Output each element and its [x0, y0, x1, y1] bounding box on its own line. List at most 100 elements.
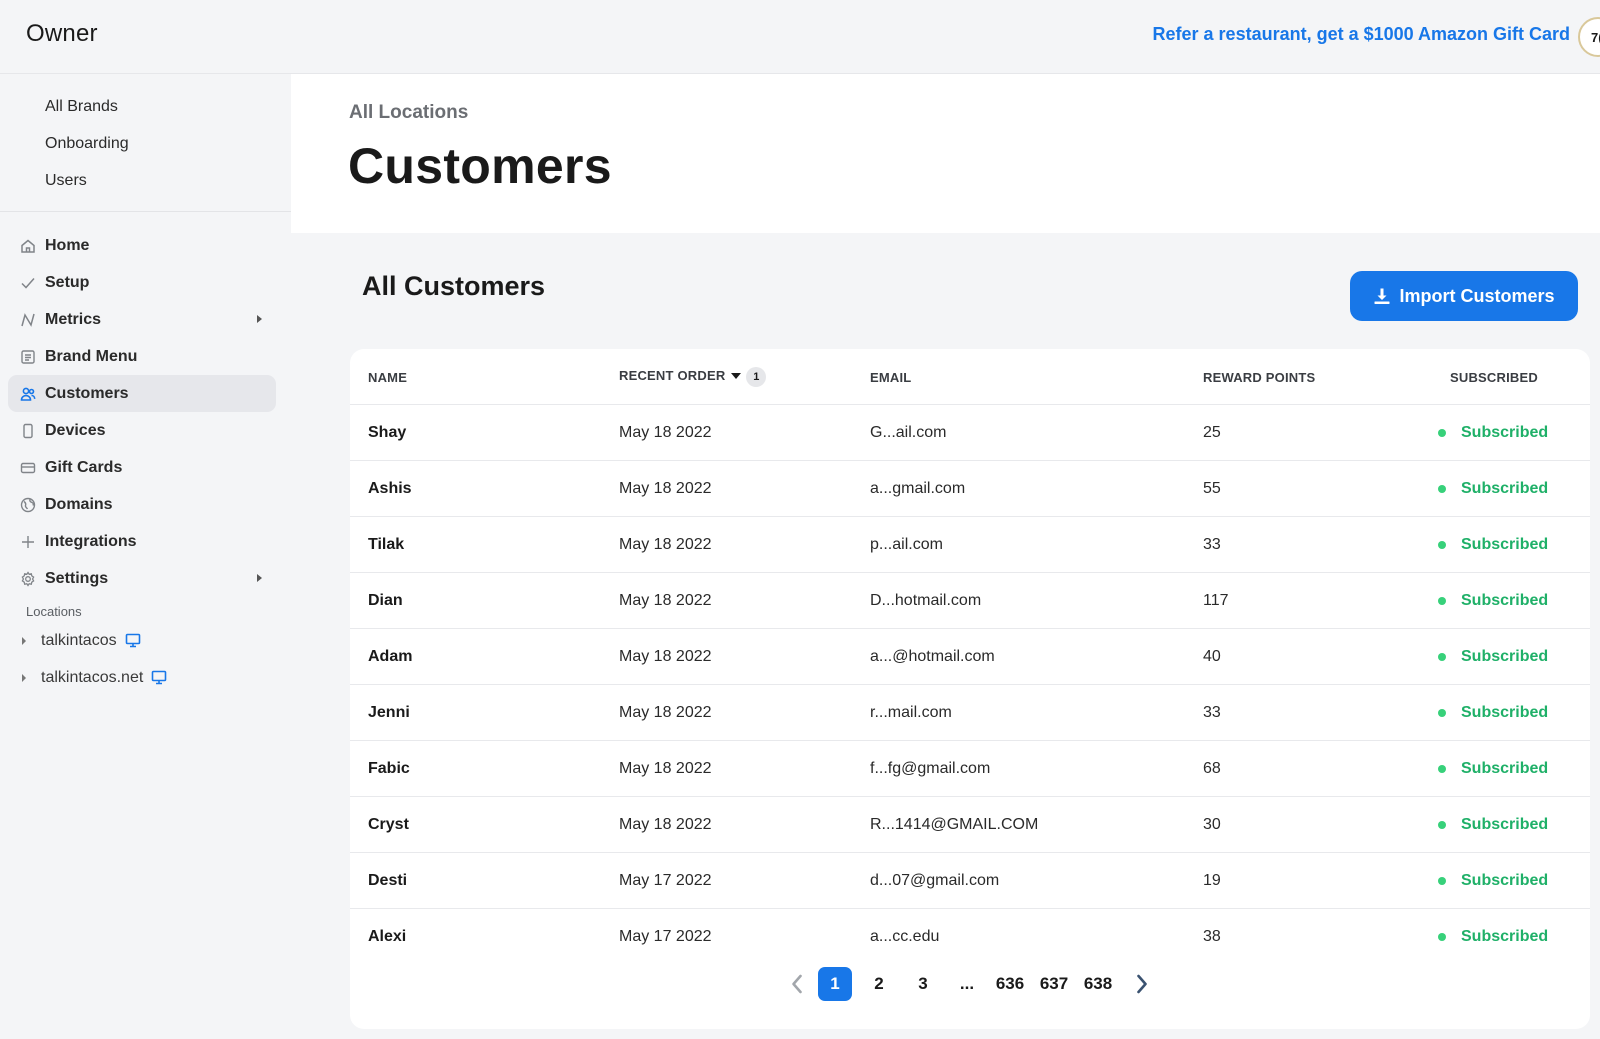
- status-dot-icon: [1438, 709, 1446, 717]
- customer-email: D...hotmail.com: [870, 592, 982, 609]
- sidebar-link-all-brands[interactable]: All Brands: [0, 88, 291, 125]
- table-row[interactable]: Desti May 17 2022 d...07@gmail.com 19 Su…: [350, 853, 1590, 909]
- table-row[interactable]: Dian May 18 2022 D...hotmail.com 117 Sub…: [350, 573, 1590, 629]
- status-label: Subscribed: [1461, 648, 1549, 665]
- status-label: Subscribed: [1461, 928, 1549, 945]
- sidebar-item-label: Devices: [45, 421, 106, 439]
- table-row[interactable]: Jenni May 18 2022 r...mail.com 33 Subscr…: [350, 685, 1590, 741]
- customer-email: R...1414@GMAIL.COM: [870, 816, 1039, 833]
- reward-points: 40: [1203, 648, 1221, 665]
- sidebar-item-label: Metrics: [45, 310, 102, 328]
- column-header-recent-order[interactable]: RECENT ORDER 1: [619, 367, 767, 387]
- reward-points: 25: [1203, 424, 1221, 441]
- sidebar-link-users[interactable]: Users: [0, 162, 291, 199]
- prev-page-icon[interactable]: [787, 974, 807, 994]
- sidebar: All Brands Onboarding Users Home Setup M…: [0, 74, 291, 1039]
- column-header-reward-points[interactable]: REWARD POINTS: [1203, 370, 1315, 385]
- table-row[interactable]: Ashis May 18 2022 a...gmail.com 55 Subsc…: [350, 461, 1590, 517]
- sort-order-badge: 1: [746, 367, 767, 387]
- sidebar-item-home[interactable]: Home: [8, 227, 276, 264]
- menu-icon: [20, 349, 36, 365]
- status-dot-icon: [1438, 765, 1446, 773]
- sidebar-item-setup[interactable]: Setup: [8, 264, 276, 301]
- page-button-636[interactable]: 636: [993, 967, 1027, 1001]
- sidebar-item-customers[interactable]: Customers: [8, 375, 276, 412]
- customer-name: Tilak: [368, 536, 405, 553]
- page-button-2[interactable]: 2: [862, 967, 896, 1001]
- customer-email: a...cc.edu: [870, 928, 940, 945]
- column-header-name[interactable]: NAME: [368, 370, 407, 385]
- subscribed-status: Subscribed: [1438, 424, 1548, 442]
- expand-caret-icon[interactable]: [22, 673, 26, 682]
- customer-email: G...ail.com: [870, 424, 947, 441]
- monitor-icon: [125, 633, 141, 648]
- page-button-3[interactable]: 3: [906, 967, 940, 1001]
- subscribed-status: Subscribed: [1438, 816, 1548, 834]
- location-label: talkintacos.net: [41, 668, 144, 686]
- import-customers-button[interactable]: Import Customers: [1350, 271, 1578, 321]
- sidebar-item-settings[interactable]: Settings: [8, 560, 276, 597]
- sidebar-item-domains[interactable]: Domains: [8, 486, 276, 523]
- sidebar-item-brand-menu[interactable]: Brand Menu: [8, 338, 276, 375]
- location-item-talkintacos[interactable]: talkintacos: [0, 622, 291, 659]
- page-button-638[interactable]: 638: [1081, 967, 1115, 1001]
- expand-caret-icon[interactable]: [257, 315, 262, 323]
- status-dot-icon: [1438, 541, 1446, 549]
- customer-name: Ashis: [368, 480, 412, 497]
- pagination: 1 2 3 ... 636 637 638: [350, 967, 1590, 1003]
- status-label: Subscribed: [1461, 480, 1549, 497]
- avatar[interactable]: 7(: [1578, 17, 1600, 57]
- metrics-icon: [20, 312, 36, 328]
- recent-order-date: May 18 2022: [619, 536, 712, 553]
- sidebar-item-integrations[interactable]: Integrations: [8, 523, 276, 560]
- customer-email: a...gmail.com: [870, 480, 966, 497]
- globe-icon: [20, 497, 36, 513]
- status-label: Subscribed: [1461, 760, 1549, 777]
- download-icon: [1373, 287, 1391, 305]
- sidebar-item-label: Home: [45, 236, 90, 254]
- reward-points: 68: [1203, 760, 1221, 777]
- column-header-email[interactable]: EMAIL: [870, 370, 911, 385]
- location-item-talkintacos-net[interactable]: talkintacos.net: [0, 659, 291, 696]
- table-row[interactable]: Shay May 18 2022 G...ail.com 25 Subscrib…: [350, 405, 1590, 461]
- customer-email: d...07@gmail.com: [870, 872, 1000, 889]
- sidebar-item-metrics[interactable]: Metrics: [8, 301, 276, 338]
- customer-name: Desti: [368, 872, 408, 889]
- page-button-1[interactable]: 1: [818, 967, 852, 1001]
- column-header-subscribed[interactable]: SUBSCRIBED: [1450, 370, 1538, 385]
- reward-points: 38: [1203, 928, 1221, 945]
- device-icon: [20, 423, 36, 439]
- app-logo[interactable]: Owner: [26, 20, 98, 48]
- customer-email: p...ail.com: [870, 536, 943, 553]
- subscribed-status: Subscribed: [1438, 704, 1548, 722]
- reward-points: 33: [1203, 536, 1221, 553]
- page-button-637[interactable]: 637: [1037, 967, 1071, 1001]
- subscribed-status: Subscribed: [1438, 648, 1548, 666]
- status-dot-icon: [1438, 485, 1446, 493]
- subscribed-status: Subscribed: [1438, 592, 1548, 610]
- location-label: talkintacos: [41, 631, 117, 649]
- expand-caret-icon[interactable]: [22, 636, 26, 645]
- check-icon: [20, 275, 36, 291]
- brand-links: All Brands Onboarding Users: [0, 74, 291, 212]
- sidebar-item-gift-cards[interactable]: Gift Cards: [8, 449, 276, 486]
- customer-email: r...mail.com: [870, 704, 952, 721]
- recent-order-date: May 18 2022: [619, 592, 712, 609]
- next-page-icon[interactable]: [1132, 974, 1152, 994]
- table-row[interactable]: Tilak May 18 2022 p...ail.com 33 Subscri…: [350, 517, 1590, 573]
- recent-order-date: May 18 2022: [619, 424, 712, 441]
- expand-caret-icon[interactable]: [257, 574, 262, 582]
- refer-restaurant-link[interactable]: Refer a restaurant, get a $1000 Amazon G…: [1153, 24, 1570, 45]
- breadcrumb[interactable]: All Locations: [349, 102, 468, 124]
- table-row[interactable]: Fabic May 18 2022 f...fg@gmail.com 68 Su…: [350, 741, 1590, 797]
- sidebar-item-label: Gift Cards: [45, 458, 123, 476]
- reward-points: 19: [1203, 872, 1221, 889]
- subscribed-status: Subscribed: [1438, 928, 1548, 946]
- table-row[interactable]: Adam May 18 2022 a...@hotmail.com 40 Sub…: [350, 629, 1590, 685]
- sidebar-item-devices[interactable]: Devices: [8, 412, 276, 449]
- table-row[interactable]: Alexi May 17 2022 a...cc.edu 38 Subscrib…: [350, 909, 1590, 965]
- recent-order-date: May 18 2022: [619, 816, 712, 833]
- sidebar-link-onboarding[interactable]: Onboarding: [0, 125, 291, 162]
- table-row[interactable]: Cryst May 18 2022 R...1414@GMAIL.COM 30 …: [350, 797, 1590, 853]
- recent-order-date: May 17 2022: [619, 928, 712, 945]
